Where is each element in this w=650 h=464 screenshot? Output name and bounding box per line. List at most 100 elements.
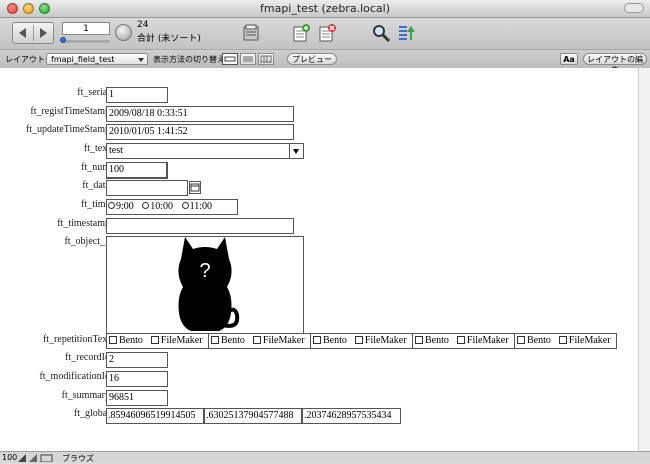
radio-button-icon	[108, 202, 115, 210]
checkbox-option[interactable]: FileMaker	[456, 335, 509, 346]
label-ft-updatetimestamp: ft_updateTimeStamp	[25, 124, 110, 135]
checkbox-icon	[150, 335, 159, 344]
checkbox-icon	[252, 335, 261, 344]
preview-button[interactable]: プレビュー	[287, 53, 337, 65]
mode-indicator[interactable]: ブラウズ	[62, 453, 94, 464]
title-bar: fmapi_test (zebra.local)	[0, 0, 650, 18]
chevron-down-icon	[138, 58, 144, 62]
field-ft-recordid[interactable]: 2	[106, 352, 168, 368]
find-icon[interactable]	[371, 23, 391, 43]
show-all-records-icon[interactable]	[241, 23, 261, 43]
checkbox-label: Bento	[425, 335, 449, 346]
checkbox-icon	[354, 335, 363, 344]
field-ft-serial[interactable]: 1	[106, 87, 168, 103]
repetition-cell[interactable]: Bento FileMaker	[106, 333, 209, 349]
label-ft-summary: ft_summary	[61, 390, 110, 401]
checkbox-option[interactable]: Bento	[109, 335, 143, 346]
next-record-icon[interactable]	[40, 28, 47, 38]
checkbox-label: Bento	[119, 335, 143, 346]
checkbox-option[interactable]: FileMaker	[558, 335, 611, 346]
record-total: 24	[137, 20, 149, 30]
checkbox-icon	[456, 335, 465, 344]
status-bar: 100 ブラウズ	[0, 451, 650, 463]
repetition-cell[interactable]: Bento FileMaker	[412, 333, 515, 349]
zoom-level[interactable]: 100	[2, 453, 17, 462]
calendar-icon[interactable]	[189, 181, 201, 194]
checkbox-icon	[415, 335, 423, 344]
label-ft-registtimestamp: ft_registTimeStamp	[30, 106, 110, 117]
checkbox-option[interactable]: Bento	[415, 335, 449, 346]
repetition-cell[interactable]: Bento FileMaker	[310, 333, 413, 349]
field-ft-num[interactable]: 100	[106, 162, 168, 179]
field-ft-date[interactable]	[106, 180, 188, 196]
toolbar-toggle-button[interactable]	[624, 3, 644, 13]
checkbox-option[interactable]: FileMaker	[354, 335, 407, 346]
record-status: 合計 (未ソート)	[137, 34, 201, 44]
checkbox-option[interactable]: Bento	[517, 335, 551, 346]
label-ft-repetitiontext: ft_repetitionText	[42, 334, 110, 345]
field-ft-object-1-container[interactable]: ?	[106, 236, 304, 334]
checkbox-icon	[313, 335, 321, 344]
label-ft-global: ft_global	[73, 408, 110, 419]
view-as-form-button[interactable]	[222, 53, 238, 65]
field-ft-summary[interactable]: 96851	[106, 390, 168, 406]
previous-record-icon[interactable]	[19, 28, 26, 38]
edit-layout-button[interactable]: レイアウトの編集	[583, 53, 647, 75]
checkbox-option[interactable]: FileMaker	[252, 335, 305, 346]
field-ft-registtimestamp[interactable]: 2009/08/18 0:33:51	[106, 106, 294, 122]
found-set-pie-icon	[115, 24, 132, 41]
checkbox-label: Bento	[221, 335, 245, 346]
radio-option-time-1[interactable]: 9:00	[108, 201, 134, 212]
ft-text-value: test	[109, 145, 123, 156]
field-ft-modificationid[interactable]: 16	[106, 371, 168, 387]
dropdown-arrow-button[interactable]	[289, 144, 303, 158]
checkbox-option[interactable]: FileMaker	[150, 335, 203, 346]
checkbox-label: Bento	[323, 335, 347, 346]
record-slider[interactable]	[62, 40, 110, 43]
radio-option-time-3[interactable]: 11:00	[181, 201, 212, 212]
triangle-down-icon	[293, 149, 299, 154]
field-ft-time-radio-group[interactable]: 9:00 10:00 11:00	[106, 199, 238, 215]
field-ft-global-rep-3[interactable]: .20374628957535434	[302, 408, 401, 424]
radio-option-time-2[interactable]: 10:00	[142, 201, 173, 212]
checkbox-icon	[558, 335, 567, 344]
layout-label: レイアウト:	[5, 55, 48, 64]
delete-record-icon[interactable]	[317, 23, 337, 43]
view-as-label: 表示方法の切り替え:	[153, 55, 228, 64]
checkbox-label: FileMaker	[160, 335, 203, 346]
book-divider	[33, 25, 34, 41]
checkbox-icon	[211, 335, 219, 344]
text-formatting-button[interactable]: Aa	[560, 53, 578, 65]
checkbox-label: FileMaker	[364, 335, 407, 346]
repetition-cell[interactable]: Bento FileMaker	[208, 333, 311, 349]
label-ft-recordid: ft_recordId	[65, 352, 110, 363]
record-number-input[interactable]: 1	[62, 22, 110, 35]
checkbox-label: FileMaker	[466, 335, 509, 346]
view-as-list-button[interactable]	[240, 53, 256, 65]
list-view-icon	[243, 56, 253, 62]
status-toolbar: 1 24 合計 (未ソート)	[0, 18, 650, 49]
checkbox-icon	[517, 335, 525, 344]
field-ft-updatetimestamp[interactable]: 2010/01/05 1:41:52	[106, 124, 294, 140]
layout-select[interactable]: fmapi_field_test	[46, 53, 148, 65]
zoom-controls-icon[interactable]	[18, 454, 54, 462]
new-record-icon[interactable]	[291, 23, 311, 43]
checkbox-option[interactable]: Bento	[211, 335, 245, 346]
field-ft-global-rep-2[interactable]: .63025137904577488	[204, 408, 302, 424]
record-slider-knob[interactable]	[60, 37, 66, 43]
field-ft-global-rep-1[interactable]: .85946096519914505	[106, 408, 204, 424]
checkbox-option[interactable]: Bento	[313, 335, 347, 346]
form-view-icon	[224, 56, 236, 62]
checkbox-label: FileMaker	[568, 335, 611, 346]
checkbox-label: Bento	[527, 335, 551, 346]
layout-select-value: fmapi_field_test	[51, 55, 115, 64]
sort-icon[interactable]	[397, 23, 417, 43]
repetition-cell[interactable]: Bento FileMaker	[514, 333, 617, 349]
vertical-scrollbar[interactable]	[638, 68, 650, 451]
field-ft-text-dropdown[interactable]: test	[106, 143, 304, 159]
record-book[interactable]	[12, 22, 54, 44]
radio-button-icon	[181, 202, 189, 210]
view-as-table-button[interactable]	[258, 53, 274, 65]
field-ft-timestamp[interactable]	[106, 218, 294, 234]
label-ft-modificationid: ft_modificationId	[39, 371, 110, 382]
